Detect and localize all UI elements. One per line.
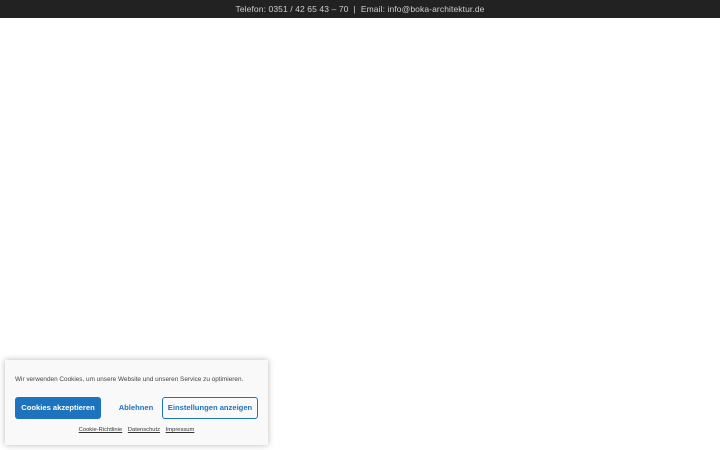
privacy-link[interactable]: Datenschutz (128, 427, 160, 433)
info-separator: | (353, 4, 356, 14)
cookie-message: Wir verwenden Cookies, um unsere Website… (15, 376, 244, 383)
show-settings-button[interactable]: Einstellungen anzeigen (162, 397, 258, 419)
phone-info[interactable]: Telefon: 0351 / 42 65 43 – 70 (235, 4, 348, 14)
deny-cookies-button[interactable]: Ablehnen (110, 397, 162, 419)
cookie-consent-banner: Wir verwenden Cookies, um unsere Website… (5, 360, 268, 445)
imprint-link[interactable]: Impressum (166, 427, 195, 433)
top-info-bar: Telefon: 0351 / 42 65 43 – 70 | Email: inf… (0, 0, 720, 18)
cookie-policy-link[interactable]: Cookie-Richtlinie (79, 427, 123, 433)
cookie-legal-links: Cookie-Richtlinie Datenschutz Impressum (5, 427, 268, 433)
email-link[interactable]: Email: info@boka-architektur.de (361, 4, 485, 14)
accept-cookies-button[interactable]: Cookies akzeptieren (15, 397, 101, 419)
